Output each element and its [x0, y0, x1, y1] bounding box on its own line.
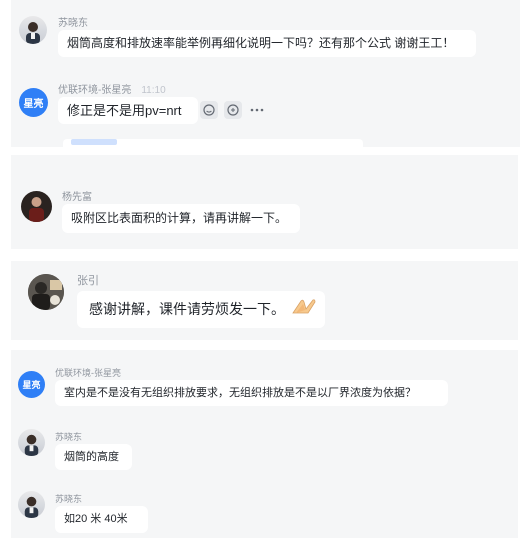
- user-photo-icon: [26, 22, 40, 44]
- chat-panel-1: 苏晓东 烟筒高度和排放速率能举例再细化说明一下吗？还有那个公式 谢谢王工！ 星亮…: [11, 0, 520, 147]
- message-bubble[interactable]: 室内是不是没有无组织排放要求，无组织排放是不是以厂界浓度为依据？: [55, 380, 448, 406]
- message-bubble[interactable]: 吸附区比表面积的计算，请再讲解一下。: [62, 204, 300, 233]
- user-photo-icon: [24, 434, 39, 456]
- chat-panel-2: 杨先富 吸附区比表面积的计算，请再讲解一下。: [11, 155, 518, 249]
- avatar[interactable]: [18, 491, 45, 518]
- message-1[interactable]: 苏晓东 烟筒高度和排放速率能举例再细化说明一下吗？还有那个公式 谢谢王工！: [11, 0, 520, 68]
- avatar[interactable]: 星亮: [19, 88, 48, 117]
- clipped-button: [71, 139, 117, 145]
- message-time: 11:10: [141, 85, 166, 96]
- message-2[interactable]: 星亮 优联环境-张星亮 11:10 修正是不是用pv=nrt: [11, 72, 520, 134]
- sender-name: 杨先富: [62, 192, 92, 203]
- avatar[interactable]: [19, 16, 47, 44]
- message-bubble[interactable]: 烟筒的高度: [55, 444, 132, 470]
- sender-name: 优联环境-张星亮 11:10: [58, 85, 166, 96]
- chat-panel-3: 张引 感谢讲解，课件请劳烦发一下。: [11, 261, 518, 340]
- message-hover-tools: [200, 101, 266, 119]
- chat-panel-4: 星亮 优联环境-张星亮 室内是不是没有无组织排放要求，无组织排放是不是以厂界浓度…: [11, 350, 518, 538]
- user-photo-icon: [24, 496, 39, 518]
- message-5[interactable]: 星亮 优联环境-张星亮 室内是不是没有无组织排放要求，无组织排放是不是以厂界浓度…: [11, 350, 518, 414]
- sender-name: 苏晓东: [55, 494, 83, 504]
- message-4[interactable]: 张引 感谢讲解，课件请劳烦发一下。: [11, 261, 518, 340]
- more-icon[interactable]: [248, 101, 266, 119]
- smile-icon[interactable]: [200, 101, 218, 119]
- message-bubble[interactable]: 感谢讲解，课件请劳烦发一下。: [77, 291, 325, 328]
- message-bubble[interactable]: 修正是不是用pv=nrt: [58, 97, 198, 124]
- sender-name: 优联环境-张星亮: [55, 368, 121, 378]
- avatar[interactable]: [18, 429, 45, 456]
- applause-hands-icon: [291, 292, 317, 329]
- user-photo-icon: [28, 274, 64, 310]
- avatar[interactable]: [21, 191, 52, 222]
- avatar[interactable]: [28, 274, 64, 310]
- user-photo-icon: [29, 197, 44, 222]
- sender-name: 苏晓东: [58, 18, 88, 29]
- message-6[interactable]: 苏晓东 烟筒的高度: [11, 414, 518, 476]
- avatar[interactable]: 星亮: [18, 371, 45, 398]
- sender-name: 苏晓东: [55, 432, 83, 442]
- sender-name: 张引: [77, 275, 99, 287]
- reply-icon[interactable]: [224, 101, 242, 119]
- message-7[interactable]: 苏晓东 如20 米 40米: [11, 476, 518, 538]
- message-bubble[interactable]: 烟筒高度和排放速率能举例再细化说明一下吗？还有那个公式 谢谢王工！: [58, 30, 476, 57]
- message-bubble[interactable]: 如20 米 40米: [55, 506, 148, 533]
- message-3[interactable]: 杨先富 吸附区比表面积的计算，请再讲解一下。: [11, 155, 518, 249]
